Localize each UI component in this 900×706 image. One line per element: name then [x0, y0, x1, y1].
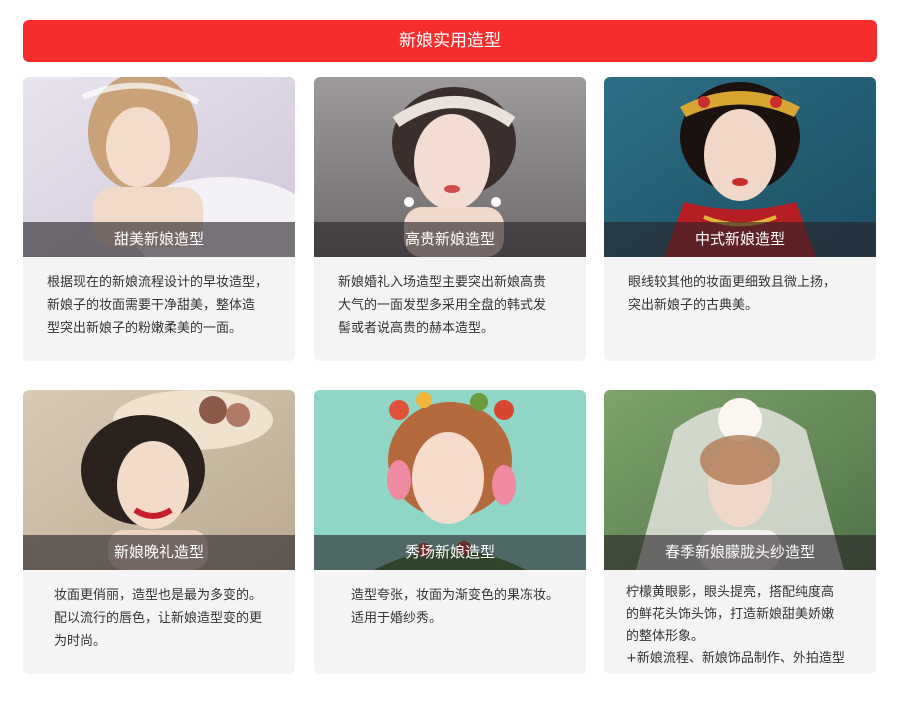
description-line: 为时尚。 [54, 634, 107, 649]
style-card-runway[interactable]: 秀场新娘造型 造型夸张，妆面为渐变色的果冻妆。 适用于婚纱秀。 [314, 390, 586, 674]
description-line: 突出新娘子的古典美。 [628, 298, 759, 313]
card-title: 高贵新娘造型 [314, 222, 586, 257]
description-line: 髻或者说高贵的赫本造型。 [338, 321, 495, 336]
description-line: 配以流行的唇色，让新娘造型变的更 [54, 611, 263, 626]
description-line: 柠檬黄眼影，眼头提亮，搭配纯度高 [626, 585, 835, 600]
style-card-noble[interactable]: 高贵新娘造型 新娘婚礼入场造型主要突出新娘高贵 大气的一面发型多采用全盘的韩式发… [314, 77, 586, 361]
card-description: 新娘婚礼入场造型主要突出新娘高贵 大气的一面发型多采用全盘的韩式发 髻或者说高贵… [338, 271, 574, 340]
description-line: 新娘婚礼入场造型主要突出新娘高贵 [338, 275, 547, 290]
description-line: 大气的一面发型多采用全盘的韩式发 [338, 298, 547, 313]
card-description: 柠檬黄眼影，眼头提亮，搭配纯度高 的鲜花头饰头饰，打造新娘甜美娇嫩 的整体形象。… [626, 582, 862, 670]
section-title-banner: 新娘实用造型 [23, 20, 877, 62]
card-title: 新娘晚礼造型 [23, 535, 295, 570]
card-title: 春季新娘朦胧头纱造型 [604, 535, 876, 570]
card-description: 妆面更俏丽，造型也是最为多变的。 配以流行的唇色，让新娘造型变的更 为时尚。 [54, 584, 290, 653]
description-line: 的整体形象。 [626, 629, 705, 644]
description-line[interactable]: +新娘流程、新娘饰品制作、外拍造型 [626, 648, 862, 670]
description-line: 妆面更俏丽，造型也是最为多变的。 [54, 588, 263, 603]
style-card-evening[interactable]: 新娘晚礼造型 妆面更俏丽，造型也是最为多变的。 配以流行的唇色，让新娘造型变的更… [23, 390, 295, 674]
description-line: 适用于婚纱秀。 [351, 611, 443, 626]
description-line: 眼线较其他的妆面更细致且微上扬， [628, 275, 837, 290]
card-title: 甜美新娘造型 [23, 222, 295, 257]
style-card-sweet[interactable]: 甜美新娘造型 根据现在的新娘流程设计的早妆造型， 新娘子的妆面需要干净甜美，整体… [23, 77, 295, 361]
style-card-chinese[interactable]: 中式新娘造型 眼线较其他的妆面更细致且微上扬， 突出新娘子的古典美。 [604, 77, 876, 361]
description-line: 新娘子的妆面需要干净甜美，整体造 [47, 298, 256, 313]
description-line: 型突出新娘子的粉嫩柔美的一面。 [47, 321, 243, 336]
description-line: 造型夸张，妆面为渐变色的果冻妆。 [351, 588, 560, 603]
description-line: 根据现在的新娘流程设计的早妆造型， [47, 275, 269, 290]
style-card-veil[interactable]: 春季新娘朦胧头纱造型 柠檬黄眼影，眼头提亮，搭配纯度高 的鲜花头饰头饰，打造新娘… [604, 390, 876, 674]
card-title: 中式新娘造型 [604, 222, 876, 257]
card-description: 眼线较其他的妆面更细致且微上扬， 突出新娘子的古典美。 [628, 271, 864, 317]
description-line: 的鲜花头饰头饰，打造新娘甜美娇嫩 [626, 607, 835, 622]
card-description: 根据现在的新娘流程设计的早妆造型， 新娘子的妆面需要干净甜美，整体造 型突出新娘… [47, 271, 283, 340]
card-title: 秀场新娘造型 [314, 535, 586, 570]
card-description: 造型夸张，妆面为渐变色的果冻妆。 适用于婚纱秀。 [351, 584, 586, 630]
